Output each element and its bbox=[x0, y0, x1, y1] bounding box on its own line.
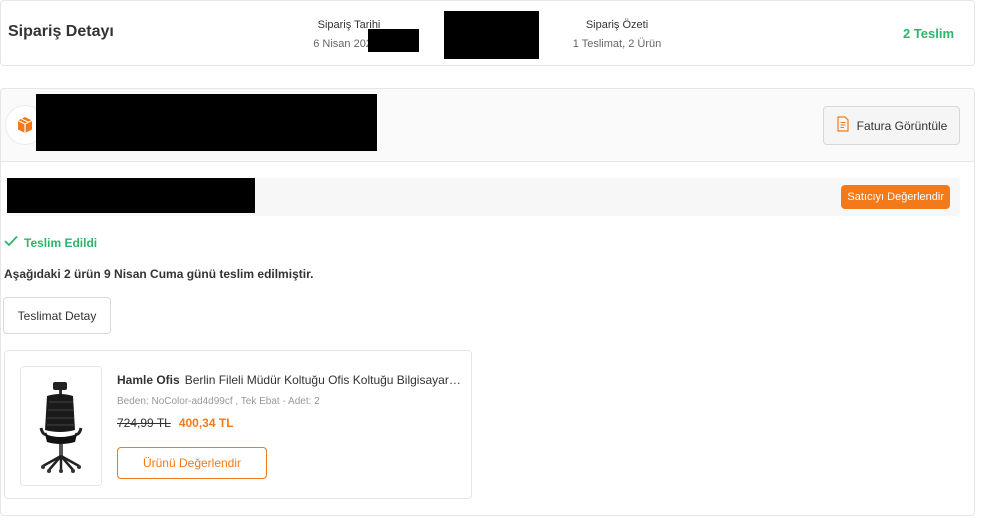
shipment-header: Fatura Görüntüle bbox=[1, 89, 974, 162]
order-header: Sipariş Detayı Sipariş Tarihi 6 Nisan 20… bbox=[0, 0, 975, 66]
check-icon bbox=[4, 234, 18, 252]
old-price: 724,99 TL bbox=[117, 416, 171, 430]
product-title: Berlin Fileli Müdür Koltuğu Ofis Koltuğu… bbox=[184, 373, 462, 387]
rate-product-button[interactable]: Ürünü Değerlendir bbox=[117, 447, 267, 479]
page-title: Sipariş Detayı bbox=[8, 23, 114, 40]
invoice-icon bbox=[836, 116, 850, 135]
rate-seller-button[interactable]: Satıcıyı Değerlendir bbox=[841, 185, 950, 209]
order-summary-label: Sipariş Özeti bbox=[585, 19, 649, 31]
order-summary-value: 1 Teslimat, 2 Ürün bbox=[572, 38, 662, 50]
redacted-recipient bbox=[444, 11, 539, 59]
price-row: 724,99 TL 400,34 TL bbox=[117, 416, 234, 430]
product-name[interactable]: Hamle Ofis Berlin Fileli Müdür Koltuğu Of… bbox=[117, 373, 462, 387]
view-invoice-button[interactable]: Fatura Görüntüle bbox=[823, 106, 960, 145]
seller-row: Satıcıyı Değerlendir bbox=[7, 178, 960, 216]
redacted-seller-info bbox=[36, 94, 377, 151]
order-summary: Sipariş Özeti 1 Teslimat, 2 Ürün bbox=[567, 18, 667, 51]
delivery-detail-button[interactable]: Teslimat Detay bbox=[3, 297, 111, 334]
delivered-count: 2 Teslim bbox=[902, 26, 954, 41]
product-variant: Beden: NoColor-ad4d99cf , Tek Ebat - Ade… bbox=[117, 396, 320, 407]
product-brand: Hamle Ofis bbox=[117, 373, 180, 387]
shipment-card: Fatura Görüntüle Satıcıyı Değerlendir Te… bbox=[0, 88, 975, 516]
view-invoice-label: Fatura Görüntüle bbox=[856, 118, 948, 133]
office-chair-image[interactable] bbox=[20, 366, 102, 486]
redacted-seller-name bbox=[7, 178, 255, 213]
delivery-status: Teslim Edildi bbox=[4, 234, 97, 252]
redacted-order-number bbox=[368, 29, 419, 52]
delivery-note: Aşağıdaki 2 ürün 9 Nisan Cuma günü tesli… bbox=[4, 267, 314, 281]
new-price: 400,34 TL bbox=[178, 416, 234, 430]
product-item: Hamle Ofis Berlin Fileli Müdür Koltuğu Of… bbox=[4, 350, 472, 499]
status-label: Teslim Edildi bbox=[24, 236, 98, 250]
